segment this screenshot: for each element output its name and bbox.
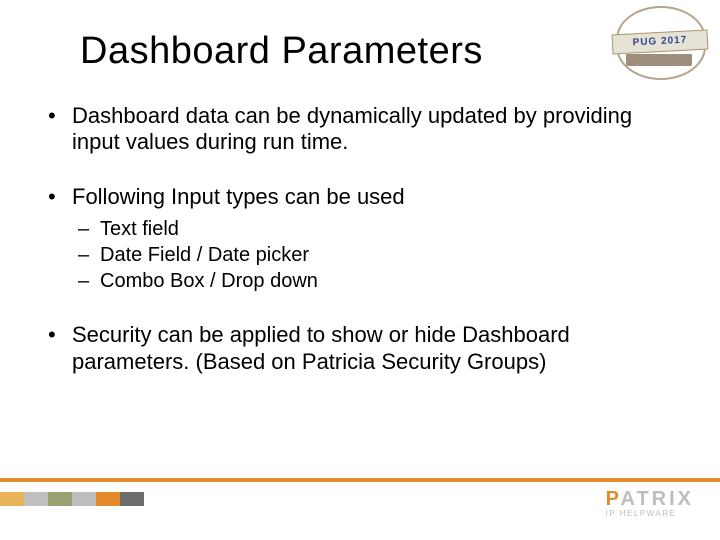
bullet-list: Dashboard data can be dynamically update… — [40, 103, 680, 375]
color-block — [24, 492, 48, 506]
bullet-item: Following Input types can be used Text f… — [40, 184, 680, 294]
bullet-text: Following Input types can be used — [72, 184, 405, 209]
brand-initial: P — [606, 488, 621, 510]
slide-title: Dashboard Parameters — [80, 30, 680, 73]
bullet-item: Security can be applied to show or hide … — [40, 322, 680, 375]
slide: PUG 2017 Dashboard Parameters Dashboard … — [0, 0, 720, 540]
sub-bullet-item: Combo Box / Drop down — [72, 268, 680, 294]
brand-rest: ATRIX — [620, 488, 694, 510]
sub-bullet-item: Date Field / Date picker — [72, 242, 680, 268]
color-block — [48, 492, 72, 506]
color-block — [96, 492, 120, 506]
color-block — [72, 492, 96, 506]
bullet-item: Dashboard data can be dynamically update… — [40, 103, 680, 156]
color-block — [120, 492, 144, 506]
sub-bullet-list: Text field Date Field / Date picker Comb… — [72, 216, 680, 294]
color-block — [0, 492, 24, 506]
footer-logo: PATRIX IP HELPWARE — [606, 488, 694, 518]
bullet-text: Security can be applied to show or hide … — [72, 322, 570, 373]
slide-body: Dashboard data can be dynamically update… — [40, 103, 680, 375]
sub-bullet-item: Text field — [72, 216, 680, 242]
color-blocks — [0, 492, 144, 506]
event-badge: PUG 2017 — [616, 6, 702, 76]
bullet-text: Dashboard data can be dynamically update… — [72, 103, 632, 154]
brand-name: PATRIX — [606, 488, 694, 511]
divider-line — [0, 478, 720, 482]
